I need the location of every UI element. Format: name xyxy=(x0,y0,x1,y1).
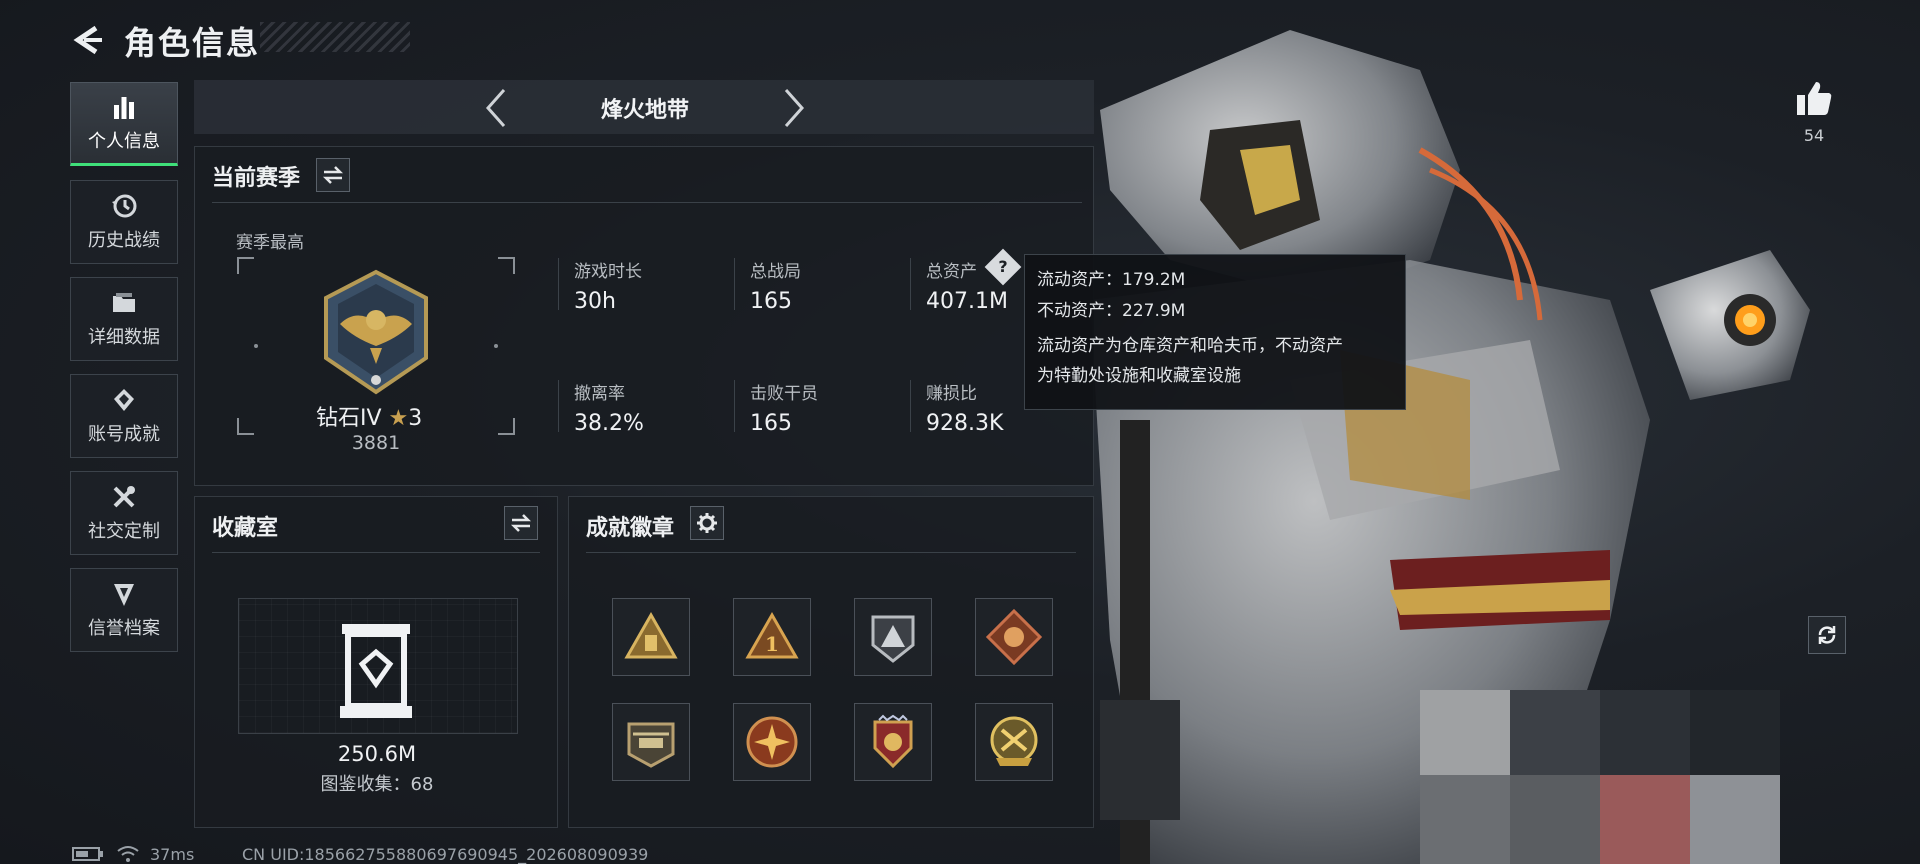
star-compass-badge-icon xyxy=(746,716,798,768)
stat-separator xyxy=(558,258,559,310)
achievement-diamond-icon xyxy=(114,389,134,411)
gear-icon xyxy=(697,513,717,533)
nav-label: 个人信息 xyxy=(88,131,160,152)
like-count: 54 xyxy=(1803,126,1825,145)
collection-value: 250.6M xyxy=(337,742,417,766)
swap-icon xyxy=(322,166,344,184)
back-arrow-icon[interactable] xyxy=(70,22,106,58)
nav-label: 账号成就 xyxy=(88,424,160,445)
tools-wrench-icon xyxy=(113,486,135,508)
nav-label: 社交定制 xyxy=(88,521,160,542)
prev-mode-icon[interactable] xyxy=(484,88,508,128)
stat-label: 撤离率 xyxy=(574,384,625,404)
nav-label: 信誉档案 xyxy=(88,618,160,639)
badge-triangle-rank[interactable] xyxy=(612,598,690,676)
rank-name-row: 钻石IV ★3 xyxy=(316,400,422,432)
player-uid: CN UID:185662755880697690945_20260809093… xyxy=(242,845,649,864)
rank-name: 钻石IV xyxy=(316,406,382,431)
season-switch-button[interactable] xyxy=(316,158,350,192)
collection-vault-icon xyxy=(340,624,412,718)
badges-settings-button[interactable] xyxy=(690,506,724,540)
folder-icon xyxy=(113,293,135,312)
collection-title: 收藏室 xyxy=(212,516,279,541)
stat-separator xyxy=(734,258,735,310)
stat-separator xyxy=(558,380,559,432)
nav-item-achievements[interactable]: 账号成就 xyxy=(70,374,178,458)
badges-title: 成就徽章 xyxy=(586,516,675,541)
swap-icon xyxy=(510,514,532,532)
ping-value: 37ms xyxy=(150,845,195,864)
stat-label: 总资产 xyxy=(926,262,977,282)
nav-item-detailed-data[interactable]: 详细数据 xyxy=(70,277,178,361)
badge-helicopter[interactable] xyxy=(612,703,690,781)
tooltip-fixed-assets: 不动资产：227.9M xyxy=(1037,301,1186,321)
rank-emblem-icon xyxy=(324,269,428,395)
page-title: 角色信息 xyxy=(124,24,261,62)
badge-number-one[interactable]: 1 xyxy=(733,598,811,676)
svg-text:1: 1 xyxy=(765,632,779,656)
badge-dragon[interactable] xyxy=(975,598,1053,676)
divider xyxy=(212,552,540,553)
wifi-icon xyxy=(117,846,139,862)
nav-label: 历史战绩 xyxy=(88,230,160,251)
assets-tooltip: 流动资产：179.2M 不动资产：227.9M 流动资产为仓库资产和哈夫币，不动… xyxy=(1024,254,1406,410)
stat-separator xyxy=(910,258,911,310)
tooltip-description-1: 流动资产为仓库资产和哈夫币，不动资产 xyxy=(1037,336,1343,356)
badge-gold-emblem[interactable] xyxy=(975,703,1053,781)
rank-points: 3881 xyxy=(351,432,401,454)
stat-label: 击败干员 xyxy=(750,384,818,404)
mode-name: 烽火地带 xyxy=(600,98,689,123)
shield-badge-icon xyxy=(114,584,134,606)
next-mode-icon[interactable] xyxy=(782,88,806,128)
history-clock-icon xyxy=(112,194,137,218)
eagle-crest-badge-icon xyxy=(873,714,913,769)
rank-star-icon: ★ xyxy=(388,406,409,431)
badge-silver-triangle[interactable] xyxy=(854,598,932,676)
thumbs-up-icon[interactable] xyxy=(1794,78,1834,118)
stat-label: 游戏时长 xyxy=(574,262,642,282)
badge-star-compass[interactable] xyxy=(733,703,811,781)
divider xyxy=(212,202,1082,203)
stat-value: 407.1M xyxy=(926,289,1008,314)
battery-icon xyxy=(72,847,103,861)
nav-label: 详细数据 xyxy=(88,327,160,348)
silver-triangle-badge-icon xyxy=(871,615,915,663)
collection-switch-button[interactable] xyxy=(504,506,538,540)
rotate-icon xyxy=(1818,626,1836,644)
bar-chart-icon xyxy=(114,97,134,119)
stat-value: 30h xyxy=(574,289,616,314)
collection-catalog: 图鉴收集：68 xyxy=(320,774,434,795)
rotate-character-button[interactable] xyxy=(1808,616,1846,654)
stat-separator xyxy=(734,380,735,432)
season-best-label: 赛季最高 xyxy=(236,233,304,253)
stat-value: 165 xyxy=(750,289,792,314)
season-title: 当前赛季 xyxy=(212,166,301,191)
divider xyxy=(586,552,1076,553)
stat-value: 38.2% xyxy=(574,411,644,436)
stat-value: 165 xyxy=(750,411,792,436)
number-one-badge-icon: 1 xyxy=(745,611,799,659)
help-question-icon: ? xyxy=(998,257,1008,276)
stat-label: 赚损比 xyxy=(926,384,977,404)
stat-value: 928.3K xyxy=(926,411,1004,436)
tooltip-description-2: 为特勤处设施和收藏室设施 xyxy=(1037,366,1241,386)
title-decoration xyxy=(260,22,410,52)
nav-item-social[interactable]: 社交定制 xyxy=(70,471,178,555)
dragon-badge-icon xyxy=(986,609,1042,665)
rank-stars: 3 xyxy=(408,406,423,431)
tooltip-liquid-assets: 流动资产：179.2M xyxy=(1037,270,1186,290)
gold-emblem-badge-icon xyxy=(990,716,1038,766)
nav-item-personal-info[interactable]: 个人信息 xyxy=(70,82,178,166)
badge-eagle-crest[interactable] xyxy=(854,703,932,781)
nav-item-history[interactable]: 历史战绩 xyxy=(70,180,178,264)
stat-label: 总战局 xyxy=(750,262,801,282)
nav-item-credit[interactable]: 信誉档案 xyxy=(70,568,178,652)
triangle-rank-badge-icon xyxy=(624,611,678,659)
stat-separator xyxy=(910,380,911,432)
helicopter-badge-icon xyxy=(627,722,675,768)
